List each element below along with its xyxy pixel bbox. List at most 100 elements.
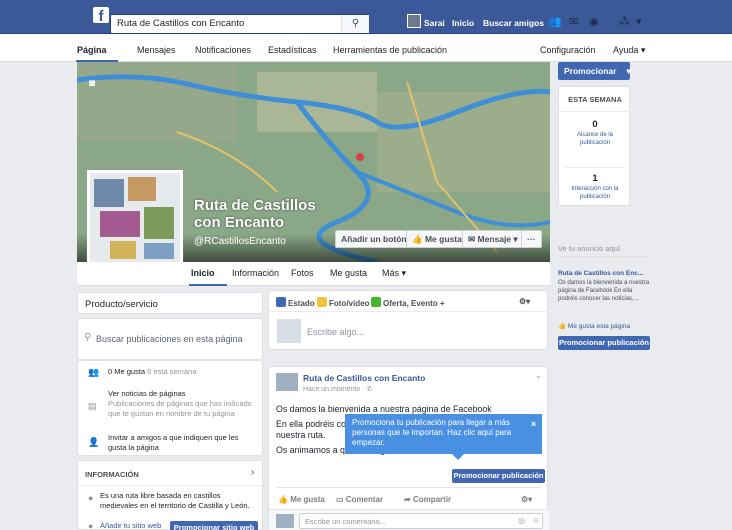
camera-icon[interactable]: ◙ xyxy=(89,78,95,89)
nav-page[interactable]: Página xyxy=(77,45,107,55)
camera-icon[interactable]: ◎ xyxy=(518,516,525,525)
news-feed-icon: ▤ xyxy=(88,401,97,411)
comment-row: Escribe un comentario... ◎ ☺ xyxy=(269,509,549,530)
composer-card: Estado Foto/vídeo Oferta, Evento + ⚙▾ Es… xyxy=(268,290,549,350)
this-week-title: ESTA SEMANA xyxy=(568,95,622,104)
page-feed-title: Ver noticias de páginas xyxy=(108,389,186,398)
reach-value: 0 xyxy=(592,119,598,130)
about-description: Es una ruta libre basada en castillos me… xyxy=(100,491,250,510)
photo-video-tab[interactable]: Foto/vídeo xyxy=(317,297,369,308)
page-search-input[interactable]: Buscar publicaciones en esta página xyxy=(96,334,243,344)
this-week-card: ESTA SEMANA 0 Alcance de la publicación … xyxy=(558,86,631,206)
add-website-link[interactable]: Añadir tu sitio web xyxy=(100,521,161,530)
cover-photo[interactable]: Ruta de Castillos con Encanto @RCastillo… xyxy=(77,62,550,262)
divider xyxy=(565,167,625,168)
composer-input[interactable]: Escribe algo... xyxy=(307,327,364,337)
tab-likes[interactable]: Me gusta xyxy=(330,268,367,278)
promote-post-button[interactable]: Promocionar publicación xyxy=(452,469,545,483)
audience-selector-icon[interactable]: ⚙▾ xyxy=(519,297,530,306)
nav-notifications[interactable]: Notificaciones xyxy=(195,45,251,55)
invite-friends-icon: 👤 xyxy=(88,437,100,447)
audience-selector-icon[interactable]: ⚙▾ xyxy=(521,495,532,504)
offer-event-tab[interactable]: Oferta, Evento + xyxy=(371,297,445,308)
find-friends-link[interactable]: Buscar amigos xyxy=(483,18,544,28)
divider xyxy=(559,111,631,112)
tab-photos[interactable]: Fotos xyxy=(291,268,314,278)
nav-insights[interactable]: Estadísticas xyxy=(268,45,317,55)
search-value: Ruta de Castillos con Encanto xyxy=(117,18,245,29)
nav-messages[interactable]: Mensajes xyxy=(137,45,176,55)
promote-post-button[interactable]: Promocionar publicación xyxy=(558,336,650,350)
more-options-button[interactable]: ··· xyxy=(521,230,542,248)
invite-friends-link[interactable]: Invitar a amigos a que indiquen que les … xyxy=(108,433,258,453)
emoji-icon[interactable]: ☺ xyxy=(532,516,540,525)
friend-requests-icon[interactable]: 👥 xyxy=(548,15,562,28)
ad-like-link[interactable]: 👍 Me gusta esta página xyxy=(558,322,630,330)
share-label: Compartir xyxy=(412,495,452,504)
tab-home[interactable]: Inicio xyxy=(191,268,215,278)
notifications-icon[interactable]: ◉ xyxy=(589,15,599,28)
nav-help[interactable]: Ayuda ▾ xyxy=(613,45,645,56)
comment-button[interactable]: ▭ Comentar xyxy=(336,495,383,504)
post-text-line: nuestra ruta. xyxy=(276,430,326,440)
status-tab[interactable]: Estado xyxy=(276,297,315,308)
promote-website-button[interactable]: Promocionar sitio web xyxy=(170,521,258,530)
nav-settings[interactable]: Configuración xyxy=(540,45,596,55)
chevron-down-icon[interactable]: ⌄ xyxy=(535,371,542,380)
comment-icon: ▭ xyxy=(336,495,346,504)
status-label: Estado xyxy=(288,299,315,308)
message-button[interactable]: ✉ Mensaje ▾ xyxy=(462,230,524,248)
share-icon: ➦ xyxy=(404,495,413,504)
add-button-button[interactable]: Añadir un botón xyxy=(335,230,413,248)
category-card: Producto/servicio xyxy=(77,292,263,314)
page-category[interactable]: Producto/servicio xyxy=(85,299,158,310)
ad-title[interactable]: Ruta de Castillos con Enc... xyxy=(558,270,643,277)
offer-event-label: Oferta, Evento + xyxy=(383,299,445,308)
post-avatar[interactable] xyxy=(276,373,298,391)
account-menu-icon[interactable]: ▾ xyxy=(636,15,642,28)
chevron-right-icon[interactable]: › xyxy=(251,467,254,478)
tab-more[interactable]: Más ▾ xyxy=(382,268,406,279)
page-admin-nav: Página Mensajes Notificaciones Estadísti… xyxy=(0,34,732,62)
close-icon[interactable]: × xyxy=(531,419,536,429)
composer-avatar xyxy=(277,319,301,343)
globe-icon: ● xyxy=(88,521,94,530)
page-feed-link[interactable]: Ver noticias de páginas Publicaciones de … xyxy=(108,389,258,419)
promote-button[interactable]: Promocionar ▾ xyxy=(558,62,631,80)
nav-publishing-tools[interactable]: Herramientas de publicación xyxy=(333,45,447,55)
page-handle[interactable]: @RCastillosEncanto xyxy=(194,236,286,247)
messages-icon[interactable]: ✉ xyxy=(569,15,578,28)
profile-picture[interactable] xyxy=(87,170,183,262)
pencil-icon xyxy=(276,297,286,307)
reach-label[interactable]: Alcance de la publicación xyxy=(559,131,631,147)
user-name-link[interactable]: Sarai xyxy=(424,18,445,28)
thumbs-up-icon: 👍 xyxy=(278,495,291,504)
interaction-value: 1 xyxy=(592,173,598,184)
search-icon[interactable]: ⚲ xyxy=(341,15,369,33)
likes-count: 0 Me gusta 0 esta semana xyxy=(108,367,196,377)
quick-help-icon[interactable]: ⁂ xyxy=(619,15,630,28)
user-avatar[interactable] xyxy=(407,14,421,28)
home-link[interactable]: Inicio xyxy=(452,18,474,28)
comment-placeholder: Escribe un comentario... xyxy=(305,517,386,526)
facebook-logo[interactable]: f xyxy=(93,7,109,25)
like-page-button[interactable]: 👍 Me gusta xyxy=(406,230,468,248)
tab-information[interactable]: Información xyxy=(232,268,279,278)
interaction-label[interactable]: Interacción con la publicación xyxy=(559,185,631,201)
likes-count-label: 0 Me gusta xyxy=(108,367,146,376)
photo-video-label: Foto/vídeo xyxy=(329,299,370,308)
search-input[interactable]: Ruta de Castillos con Encanto ⚲ xyxy=(110,14,369,34)
page-feed-description: Publicaciones de páginas que has indicad… xyxy=(108,399,252,418)
post-timestamp[interactable]: Hace un momento · ✆ xyxy=(303,385,372,393)
page-search-card[interactable]: ⚲ Buscar publicaciones en esta página xyxy=(77,318,263,360)
top-bar: f Ruta de Castillos con Encanto ⚲ Sarai … xyxy=(0,0,732,34)
like-post-button[interactable]: 👍 Me gusta xyxy=(278,495,325,504)
search-icon: ⚲ xyxy=(84,332,92,343)
comment-input[interactable]: Escribe un comentario... ◎ ☺ xyxy=(299,513,543,529)
photo-icon xyxy=(317,297,327,307)
divider xyxy=(78,485,264,486)
post-author-link[interactable]: Ruta de Castillos con Encanto xyxy=(303,373,425,383)
share-button[interactable]: ➦ Compartir xyxy=(404,495,451,504)
promote-tooltip[interactable]: Promociona tu publicación para llegar a … xyxy=(345,414,542,454)
tooltip-arrow xyxy=(452,454,464,460)
